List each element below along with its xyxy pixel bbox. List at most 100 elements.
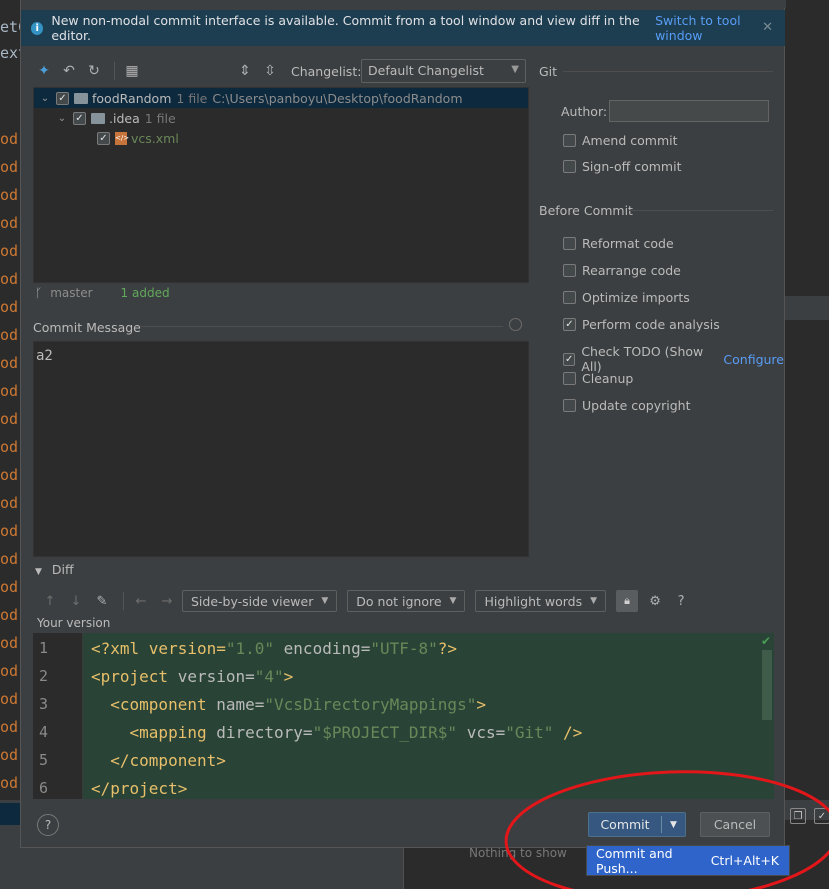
group-by-icon[interactable]: ▦	[121, 60, 143, 82]
highlight-value: Highlight words	[484, 593, 583, 609]
update-copyright-option[interactable]: Update copyright	[563, 398, 690, 413]
perform-code-analysis-option[interactable]: ✓ Perform code analysis	[563, 317, 720, 332]
arrow-left-icon[interactable]: ←	[130, 594, 152, 609]
idea-checkbox[interactable]: ✓	[73, 111, 86, 125]
expand-all-icon[interactable]: ⇕	[234, 60, 256, 82]
background-code-fragment: od	[0, 158, 19, 176]
cleanup-option[interactable]: Cleanup	[563, 371, 633, 386]
background-right-panel	[785, 0, 829, 889]
diff-toolbar: ↑ ↓ ✎ ← → Side-by-side viewer ▼ Do not ig…	[39, 589, 696, 613]
ignore-value: Do not ignore	[356, 593, 442, 609]
arrow-up-icon[interactable]: ↑	[39, 594, 61, 609]
background-code-fragment: od	[0, 746, 19, 764]
line-number: 4	[39, 723, 49, 741]
rearrange-code-option[interactable]: Rearrange code	[563, 263, 681, 278]
root-path: C:\Users\panboyu\Desktop\foodRandom	[212, 90, 463, 106]
lock-icon[interactable]: 🔒︎	[616, 590, 639, 612]
perform-code-analysis-checkbox[interactable]: ✓	[563, 318, 576, 331]
line-number: 5	[39, 751, 49, 769]
background-right-bar	[785, 296, 829, 320]
author-label: Author:	[561, 104, 608, 119]
arrow-down-icon[interactable]: ↓	[65, 594, 87, 609]
commit-message-divider	[141, 326, 503, 327]
git-section-title: Git	[539, 64, 558, 79]
gear-icon[interactable]: ⚙	[644, 594, 666, 609]
changelist-select[interactable]: Default Changelist ▼	[361, 59, 526, 83]
edit-icon[interactable]: ✎	[91, 594, 113, 609]
background-code-fragment: od	[0, 718, 19, 736]
optimize-imports-label: Optimize imports	[582, 290, 690, 305]
line-number: 1	[39, 639, 49, 657]
diff-help-icon[interactable]: ?	[670, 594, 692, 609]
history-clock-icon[interactable]	[509, 318, 522, 331]
amend-commit-option[interactable]: Amend commit	[563, 133, 678, 148]
author-input[interactable]	[609, 100, 769, 122]
xml-file-icon: </>	[115, 131, 129, 145]
chevron-down-icon[interactable]: ▼	[35, 567, 42, 577]
root-name: foodRandom	[92, 90, 172, 106]
folder-icon	[74, 92, 88, 104]
refresh-icon[interactable]: ↻	[83, 60, 105, 82]
ignore-dropdown[interactable]: Do not ignore ▼	[347, 590, 466, 612]
close-icon[interactable]: ✕	[762, 20, 773, 35]
background-code-fragment: od	[0, 634, 19, 652]
code-text: <?xml version="1.0" encoding="UTF-8"?>	[91, 638, 458, 658]
changelist-value: Default Changelist	[368, 63, 484, 78]
signoff-commit-label: Sign-off commit	[582, 159, 682, 174]
tree-item-vcs-xml[interactable]: ✓ </> vcs.xml	[34, 128, 528, 148]
check-todo-option[interactable]: ✓ Check TODO (Show All) Configure	[563, 344, 784, 374]
viewer-dropdown[interactable]: Side-by-side viewer ▼	[182, 590, 338, 612]
amend-commit-checkbox[interactable]	[563, 134, 576, 147]
background-code-fragment: od	[0, 242, 19, 260]
no-errors-check-icon: ✔	[761, 634, 772, 648]
check-todo-label: Check TODO (Show All)	[581, 344, 704, 374]
perform-code-analysis-label: Perform code analysis	[582, 317, 720, 332]
background-code-fragment: od	[0, 774, 19, 792]
tree-item-root[interactable]: ⌄ ✓ foodRandom 1 file C:\Users\panboyu\D…	[34, 88, 528, 108]
collapse-all-icon[interactable]: ⇳	[259, 60, 281, 82]
chevron-down-icon[interactable]: ⌄	[39, 93, 51, 104]
root-checkbox[interactable]: ✓	[56, 91, 69, 105]
reformat-code-option[interactable]: Reformat code	[563, 236, 674, 251]
rearrange-code-checkbox[interactable]	[563, 264, 576, 277]
git-section-divider	[563, 71, 773, 72]
signoff-commit-option[interactable]: Sign-off commit	[563, 159, 682, 174]
non-modal-commit-banner: i New non-modal commit interface is avai…	[21, 10, 785, 46]
diff-scrollbar[interactable]	[762, 650, 772, 720]
optimize-imports-option[interactable]: Optimize imports	[563, 290, 690, 305]
background-code-fragment: od	[0, 438, 19, 456]
optimize-imports-checkbox[interactable]	[563, 291, 576, 304]
vcs-xml-checkbox[interactable]: ✓	[97, 131, 110, 145]
chevron-down-icon: ▼	[511, 64, 519, 75]
signoff-commit-checkbox[interactable]	[563, 160, 576, 173]
diff-section-header[interactable]: ▼ Diff	[35, 562, 74, 577]
changes-toolbar: ✦ ↶ ↻ ▦ ⇕ ⇳	[33, 58, 284, 84]
commit-message-input[interactable]: a2	[33, 341, 529, 557]
tree-item-idea[interactable]: ⌄ ✓ .idea 1 file	[34, 108, 528, 128]
commit-changes-dialog: i New non-modal commit interface is avai…	[20, 0, 786, 848]
background-code-fragment: od	[0, 298, 19, 316]
reformat-code-checkbox[interactable]	[563, 237, 576, 250]
changelist-label: Changelist:	[291, 64, 362, 79]
check-todo-checkbox[interactable]: ✓	[563, 352, 576, 366]
background-code-fragment: od	[0, 690, 19, 708]
background-code-fragment: od	[0, 326, 19, 344]
before-commit-title: Before Commit	[539, 203, 633, 218]
show-diff-icon[interactable]: ✦	[33, 60, 55, 82]
highlight-dropdown[interactable]: Highlight words ▼	[475, 590, 607, 612]
annotation-ellipse	[504, 770, 829, 889]
background-editor: etC ext od od od od od od od od od od od od od od od od od…	[0, 0, 20, 889]
configure-link[interactable]: Configure	[723, 352, 784, 367]
commit-message-label: Commit Message	[33, 320, 141, 335]
chevron-down-icon: ▼	[449, 596, 457, 606]
chevron-down-icon: ▼	[590, 596, 598, 606]
chevron-down-icon[interactable]: ⌄	[56, 113, 68, 124]
update-copyright-checkbox[interactable]	[563, 399, 576, 412]
background-code-fragment: od	[0, 354, 19, 372]
toolbar-separator	[114, 62, 115, 80]
help-button[interactable]: ?	[37, 814, 59, 836]
branch-status-bar: ᚴ master 1 added	[35, 286, 170, 300]
arrow-right-icon[interactable]: →	[156, 594, 178, 609]
rollback-icon[interactable]: ↶	[58, 60, 80, 82]
cleanup-checkbox[interactable]	[563, 372, 576, 385]
